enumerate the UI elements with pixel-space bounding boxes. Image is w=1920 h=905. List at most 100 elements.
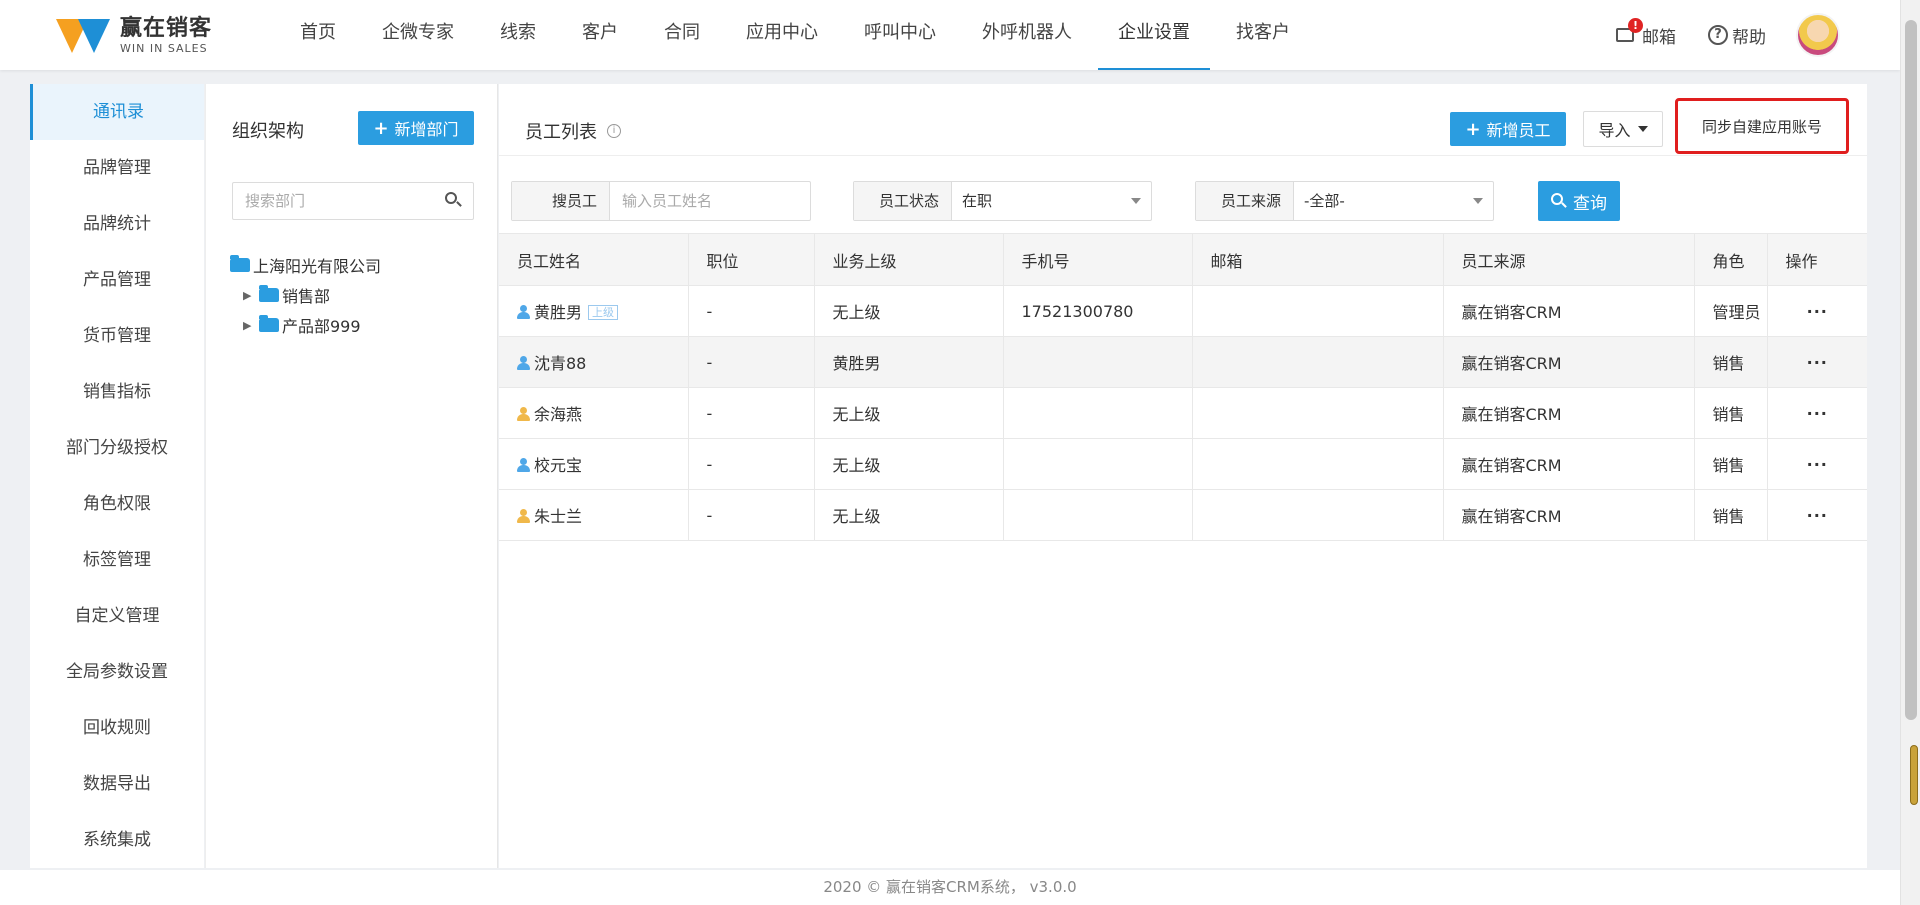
employee-phone <box>1003 336 1193 388</box>
column-header[interactable]: 手机号 <box>1003 233 1193 286</box>
scrollbar-thumb[interactable] <box>1905 20 1917 720</box>
sidebar-item-brand-stats[interactable]: 品牌统计 <box>30 196 204 252</box>
more-actions-icon[interactable]: ··· <box>1767 387 1867 439</box>
add-department-button[interactable]: + 新增部门 <box>358 111 474 145</box>
column-header[interactable]: 员工姓名 <box>499 233 689 286</box>
tree-node-department[interactable]: ▶ 销售部 <box>230 280 381 310</box>
nav-leads[interactable]: 线索 <box>480 0 556 70</box>
settings-sidebar: 通讯录 品牌管理 品牌统计 产品管理 货币管理 销售指标 部门分级授权 角色权限… <box>30 84 204 868</box>
drag-handle[interactable] <box>1910 745 1918 805</box>
employee-name[interactable]: 黄胜男 <box>534 303 582 322</box>
table-row[interactable]: 沈青88 - 黄胜男 赢在销客CRM 销售 ··· <box>499 336 1867 388</box>
add-employee-button[interactable]: + 新增员工 <box>1450 112 1566 146</box>
employee-name[interactable]: 校元宝 <box>534 456 582 475</box>
folder-icon <box>230 255 250 272</box>
employee-position: - <box>688 336 815 388</box>
employee-status-select[interactable]: 员工状态 在职 <box>853 181 1152 221</box>
sidebar-item-data-export[interactable]: 数据导出 <box>30 756 204 812</box>
sidebar-item-custom-management[interactable]: 自定义管理 <box>30 588 204 644</box>
sidebar-item-global-params[interactable]: 全局参数设置 <box>30 644 204 700</box>
table-row[interactable]: 黄胜男 上级 - 无上级 17521300780 赢在销客CRM 管理员 ··· <box>499 285 1867 337</box>
expand-arrow-icon[interactable]: ▶ <box>243 319 259 332</box>
help-link[interactable]: ? 帮助 <box>1708 23 1766 48</box>
employee-name[interactable]: 沈青88 <box>534 354 586 373</box>
sidebar-item-role-permissions[interactable]: 角色权限 <box>30 476 204 532</box>
nav-enterprise-settings[interactable]: 企业设置 <box>1098 0 1210 70</box>
employee-phone <box>1003 387 1193 439</box>
employee-source: 赢在销客CRM <box>1443 438 1695 490</box>
employee-name-filter: 搜员工 <box>511 181 811 221</box>
nav-app-center[interactable]: 应用中心 <box>726 0 838 70</box>
sidebar-item-brand-management[interactable]: 品牌管理 <box>30 140 204 196</box>
table-row[interactable]: 朱士兰 - 无上级 赢在销客CRM 销售 ··· <box>499 489 1867 541</box>
copyright-text: 2020 © 赢在销客CRM系统， v3.0.0 <box>823 878 1077 896</box>
info-icon[interactable]: i <box>607 124 621 138</box>
tree-node-department[interactable]: ▶ 产品部999 <box>230 310 381 340</box>
table-row[interactable]: 余海燕 - 无上级 赢在销客CRM 销售 ··· <box>499 387 1867 439</box>
more-actions-icon[interactable]: ··· <box>1767 336 1867 388</box>
employee-position: - <box>688 387 815 439</box>
main-nav: 首页 企微专家 线索 客户 合同 应用中心 呼叫中心 外呼机器人 企业设置 找客… <box>280 0 1316 70</box>
expand-arrow-icon[interactable]: ▶ <box>243 289 259 302</box>
user-icon <box>517 356 530 370</box>
employee-list-panel: 员工列表 i + 新增员工 导入 同步自建应用账号 搜员工 员工状态 在职 员工 <box>499 84 1867 868</box>
department-search-input[interactable] <box>233 183 433 219</box>
employee-superior: 黄胜男 <box>814 336 1004 388</box>
import-dropdown[interactable]: 导入 <box>1583 111 1663 147</box>
sidebar-item-sales-targets[interactable]: 销售指标 <box>30 364 204 420</box>
sidebar-item-currency-management[interactable]: 货币管理 <box>30 308 204 364</box>
column-header: 操作 <box>1767 233 1867 286</box>
plus-icon: + <box>1465 118 1481 140</box>
more-actions-icon[interactable]: ··· <box>1767 489 1867 541</box>
column-header[interactable]: 业务上级 <box>814 233 1004 286</box>
filter-label: 员工状态 <box>854 182 952 220</box>
nav-call-center[interactable]: 呼叫中心 <box>844 0 956 70</box>
query-button[interactable]: 查询 <box>1538 181 1620 221</box>
sidebar-item-contacts[interactable]: 通讯录 <box>30 84 204 140</box>
employee-email <box>1192 489 1444 541</box>
mail-link[interactable]: ! 邮箱 <box>1616 18 1676 48</box>
sidebar-item-product-management[interactable]: 产品管理 <box>30 252 204 308</box>
column-header[interactable]: 邮箱 <box>1192 233 1444 286</box>
notification-badge: ! <box>1628 18 1643 33</box>
page-scrollbar[interactable] <box>1900 0 1920 905</box>
employee-source-select[interactable]: 员工来源 -全部- <box>1195 181 1494 221</box>
nav-call-robot[interactable]: 外呼机器人 <box>962 0 1092 70</box>
nav-customers[interactable]: 客户 <box>562 0 638 70</box>
help-icon: ? <box>1708 25 1728 45</box>
table-row[interactable]: 校元宝 - 无上级 赢在销客CRM 销售 ··· <box>499 438 1867 490</box>
employee-email <box>1192 336 1444 388</box>
sync-app-accounts-button[interactable]: 同步自建应用账号 <box>1675 98 1849 154</box>
employee-role: 销售 <box>1694 438 1768 490</box>
avatar[interactable] <box>1796 13 1840 57</box>
employee-name[interactable]: 余海燕 <box>534 405 582 424</box>
tree-node-company[interactable]: 上海阳光有限公司 <box>230 250 381 280</box>
nav-home[interactable]: 首页 <box>280 0 356 70</box>
footer: 2020 © 赢在销客CRM系统， v3.0.0 <box>0 870 1900 905</box>
column-header[interactable]: 职位 <box>688 233 815 286</box>
nav-contracts[interactable]: 合同 <box>644 0 720 70</box>
logo[interactable]: 赢在销客 WIN IN SALES <box>56 18 212 54</box>
sidebar-item-recycle-rules[interactable]: 回收规则 <box>30 700 204 756</box>
nav-find-customers[interactable]: 找客户 <box>1216 0 1310 70</box>
superior-tag: 上级 <box>588 305 619 320</box>
column-header[interactable]: 角色 <box>1694 233 1768 286</box>
plus-icon: + <box>373 117 389 139</box>
sidebar-item-dept-authorization[interactable]: 部门分级授权 <box>30 420 204 476</box>
employee-phone <box>1003 438 1193 490</box>
search-icon[interactable] <box>445 192 462 208</box>
sidebar-item-tag-management[interactable]: 标签管理 <box>30 532 204 588</box>
org-tree: 上海阳光有限公司 ▶ 销售部 ▶ 产品部999 <box>230 250 381 340</box>
more-actions-icon[interactable]: ··· <box>1767 285 1867 337</box>
logo-mark <box>56 19 114 53</box>
employee-position: - <box>688 438 815 490</box>
sidebar-item-system-integration[interactable]: 系统集成 <box>30 812 204 868</box>
column-header[interactable]: 员工来源 <box>1443 233 1695 286</box>
employee-phone <box>1003 489 1193 541</box>
employee-superior: 无上级 <box>814 387 1004 439</box>
employee-table: 员工姓名 职位 业务上级 手机号 邮箱 员工来源 角色 操作 黄胜男 上级 - 无… <box>499 233 1867 541</box>
nav-wecom-expert[interactable]: 企微专家 <box>362 0 474 70</box>
employee-name-input[interactable] <box>610 182 808 220</box>
more-actions-icon[interactable]: ··· <box>1767 438 1867 490</box>
employee-name[interactable]: 朱士兰 <box>534 507 582 526</box>
